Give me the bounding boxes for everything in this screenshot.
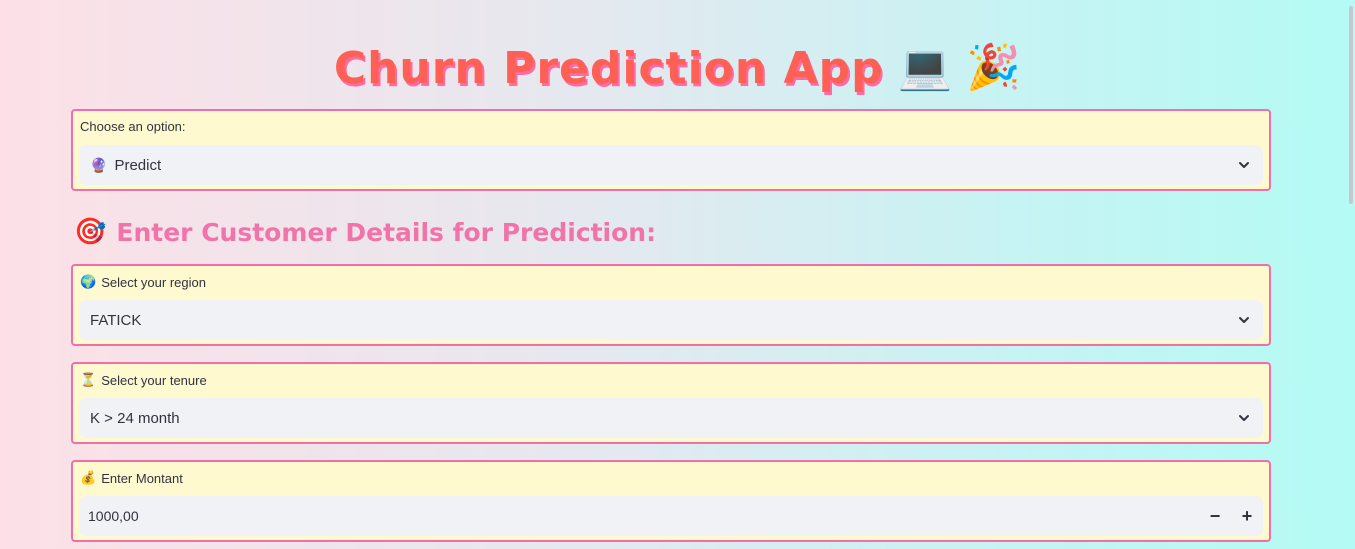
increment-button[interactable]: + bbox=[1233, 506, 1261, 526]
tenure-select-card: ⏳ Select your tenure K > 24 month bbox=[71, 362, 1271, 444]
target-icon: 🎯 bbox=[74, 217, 107, 247]
hourglass-icon: ⏳ bbox=[80, 372, 97, 387]
option-select-card: Choose an option: 🔮 Predict bbox=[71, 109, 1271, 191]
section-heading: 🎯 Enter Customer Details for Prediction: bbox=[74, 210, 656, 254]
montant-input-card: 💰 Enter Montant 1000,00 − + bbox=[71, 460, 1271, 542]
money-bag-icon: 💰 bbox=[80, 470, 97, 485]
laptop-icon: 💻 bbox=[897, 42, 953, 93]
chevron-down-icon[interactable] bbox=[1237, 158, 1251, 172]
montant-number-input[interactable]: 1000,00 − + bbox=[79, 496, 1263, 536]
tenure-label-row: ⏳ Select your tenure bbox=[80, 372, 207, 388]
globe-icon: 🌍 bbox=[80, 274, 97, 289]
montant-input-value[interactable]: 1000,00 bbox=[88, 508, 139, 524]
tenure-select-value: K > 24 month bbox=[90, 409, 180, 427]
region-label-row: 🌍 Select your region bbox=[80, 274, 206, 290]
decrement-button[interactable]: − bbox=[1201, 506, 1229, 526]
section-heading-text: Enter Customer Details for Prediction: bbox=[116, 217, 657, 247]
app-title-row: Churn Prediction App 💻 🎉 bbox=[0, 36, 1355, 100]
chevron-down-icon[interactable] bbox=[1237, 411, 1251, 425]
region-select-card: 🌍 Select your region FATICK bbox=[71, 264, 1271, 346]
montant-label-row: 💰 Enter Montant bbox=[80, 470, 183, 486]
option-select-label: Choose an option: bbox=[80, 119, 186, 134]
chevron-down-icon[interactable] bbox=[1237, 313, 1251, 327]
option-select-value: Predict bbox=[114, 156, 162, 174]
montant-label: Enter Montant bbox=[101, 470, 183, 486]
region-select[interactable]: FATICK bbox=[79, 300, 1263, 340]
tenure-select[interactable]: K > 24 month bbox=[79, 398, 1263, 438]
region-select-value: FATICK bbox=[90, 311, 142, 329]
crystal-ball-icon: 🔮 bbox=[90, 156, 108, 173]
party-popper-icon: 🎉 bbox=[966, 42, 1022, 93]
tenure-label: Select your tenure bbox=[101, 372, 207, 388]
region-label: Select your region bbox=[101, 274, 206, 290]
app-title: Churn Prediction App bbox=[333, 42, 884, 94]
option-select[interactable]: 🔮 Predict bbox=[79, 145, 1263, 185]
